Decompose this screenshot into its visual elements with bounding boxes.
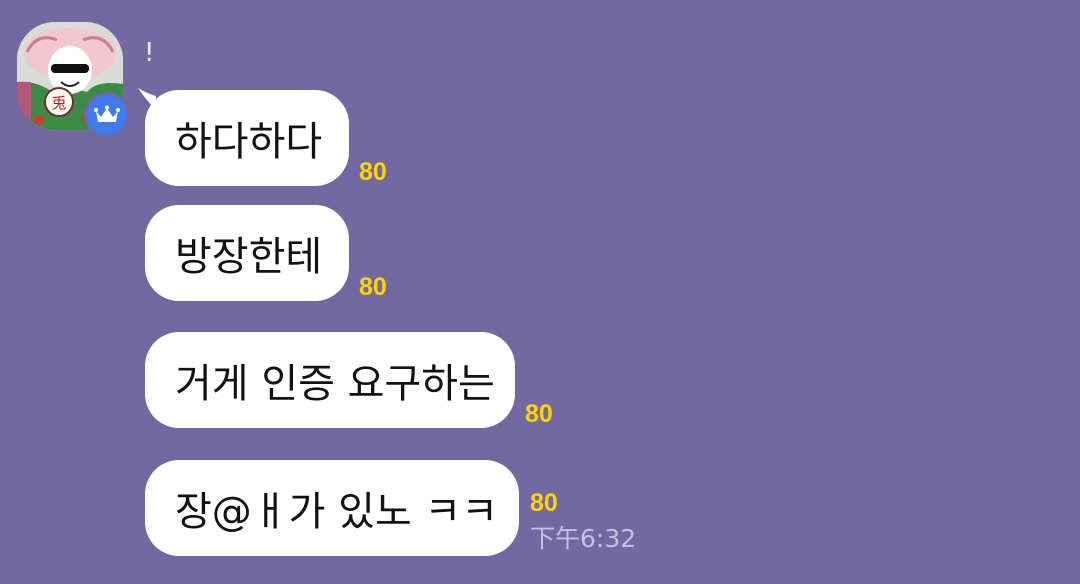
message-bubble[interactable]: 하다하다 <box>145 90 349 186</box>
message-bubble[interactable]: 방장한테 <box>145 205 349 301</box>
sender-name: ! <box>144 38 155 68</box>
unread-count: 80 <box>359 273 387 301</box>
message-timestamp: 下午6:32 <box>530 524 637 553</box>
message-bubble[interactable]: 장@ㅐ가 있노 ㅋㅋ <box>145 460 519 556</box>
unread-count: 80 <box>359 158 387 186</box>
message-text: 방장한테 <box>175 234 323 280</box>
owner-crown-badge <box>84 92 130 138</box>
message-text: 하다하다 <box>175 119 323 165</box>
message-bubble[interactable]: 거게 인증 요구하는 <box>145 332 515 428</box>
svg-text:兎: 兎 <box>51 94 66 112</box>
message-text: 장@ㅐ가 있노 ㅋㅋ <box>175 489 499 535</box>
unread-count: 80 <box>525 400 553 428</box>
message-text: 거게 인증 요구하는 <box>175 361 495 407</box>
unread-count: 80 <box>530 489 558 517</box>
crown-icon <box>94 105 120 122</box>
